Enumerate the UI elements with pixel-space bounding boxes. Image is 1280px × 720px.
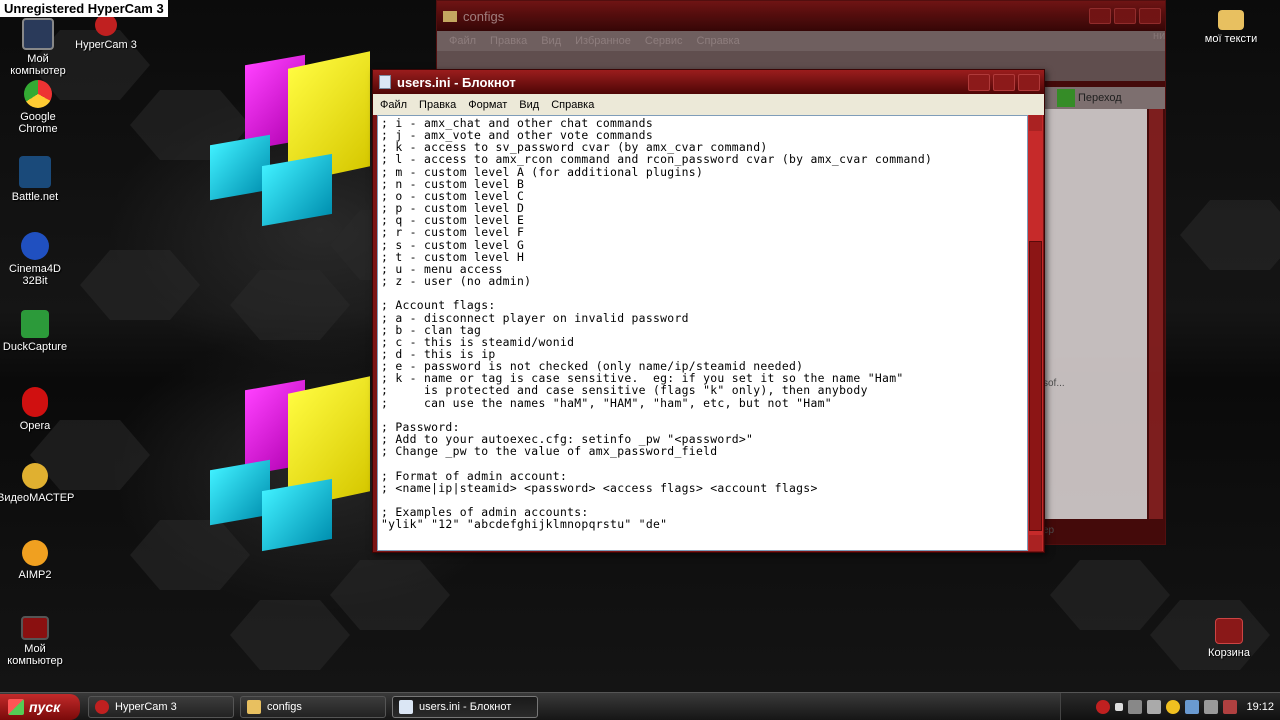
- hypercam-icon: [95, 699, 109, 714]
- clock: 19:12: [1246, 701, 1274, 713]
- configs-titlebar[interactable]: configs: [437, 1, 1165, 31]
- settings-icon[interactable]: [1147, 700, 1162, 714]
- duckcapture-icon: [21, 310, 49, 338]
- taskbar-item-hypercam[interactable]: HyperCam 3: [88, 695, 234, 718]
- menu-file[interactable]: Файл: [449, 35, 476, 47]
- cinema4d-icon: [21, 232, 49, 260]
- notepad-titlebar[interactable]: users.ini - Блокнот: [373, 70, 1044, 94]
- start-button[interactable]: пуск: [0, 693, 80, 720]
- editor-scrollbar[interactable]: [1028, 115, 1043, 551]
- scroll-up-arrow[interactable]: [1029, 115, 1042, 131]
- volume-icon[interactable]: [1204, 700, 1219, 714]
- maximize-button[interactable]: [993, 73, 1015, 91]
- notepad-icon: [399, 699, 413, 714]
- desktop-icon-hypercam[interactable]: HyperCam 3: [68, 14, 144, 51]
- scroll-thumb[interactable]: [1029, 241, 1042, 531]
- desktop-icon-my-texts[interactable]: мої тексти: [1191, 6, 1271, 45]
- desktop-icon-recycle-bin[interactable]: Корзина: [1191, 618, 1267, 659]
- security-shield-icon[interactable]: [1166, 700, 1181, 714]
- notepad-window[interactable]: users.ini - Блокнот Файл Правка Формат В…: [372, 69, 1045, 553]
- menu-file[interactable]: Файл: [380, 99, 407, 111]
- aimp-icon: [22, 540, 48, 566]
- desktop-icon-duckcapture[interactable]: DuckCapture: [0, 310, 73, 353]
- notepad-menubar: Файл Правка Формат Вид Справка: [373, 94, 1044, 115]
- stop-icon[interactable]: [1115, 703, 1124, 711]
- camera-icon[interactable]: [1128, 700, 1143, 714]
- taskbar-item-notepad[interactable]: users.ini - Блокнот: [392, 695, 538, 718]
- menu-tools[interactable]: Сервис: [645, 35, 683, 47]
- go-button-label: Переход: [1078, 92, 1122, 104]
- close-button[interactable]: [1018, 73, 1040, 91]
- text-editor-area[interactable]: ; i - amx_chat and other chat commands ;…: [377, 115, 1028, 551]
- taskbar-item-configs[interactable]: configs: [240, 695, 386, 718]
- hypercam-icon: [95, 14, 117, 36]
- videomaster-icon: [22, 463, 48, 489]
- menu-edit[interactable]: Правка: [419, 99, 456, 111]
- go-arrow-icon: [1057, 89, 1075, 107]
- menu-view[interactable]: Вид: [541, 35, 561, 47]
- configs-title: configs: [463, 8, 505, 24]
- record-pause-icon[interactable]: [1096, 700, 1111, 714]
- configs-menubar: Файл Правка Вид Избранное Сервис Справка: [437, 31, 1165, 51]
- notepad-icon: [379, 75, 391, 89]
- close-button[interactable]: [1139, 8, 1161, 24]
- folder-icon: [247, 699, 261, 714]
- desktop-icon-my-computer[interactable]: Мой компьютер: [0, 18, 76, 77]
- configs-scrollbar[interactable]: [1149, 109, 1163, 519]
- minimize-button[interactable]: [1089, 8, 1111, 24]
- tray-app-icon[interactable]: [1223, 700, 1238, 714]
- taskbar: пуск HyperCam 3 configs users.ini - Блок…: [0, 692, 1280, 720]
- menu-edit[interactable]: Правка: [490, 35, 527, 47]
- recycle-bin-icon: [1215, 618, 1243, 644]
- menu-favorites[interactable]: Избранное: [575, 35, 631, 47]
- maximize-button[interactable]: [1114, 8, 1136, 24]
- folder-icon: [1218, 10, 1244, 30]
- desktop-icon-battlenet[interactable]: Battle.net: [0, 156, 73, 203]
- desktop-icon-opera[interactable]: Opera: [0, 387, 73, 432]
- chrome-icon: [24, 80, 52, 108]
- configs-content-pane[interactable]: [1037, 109, 1147, 519]
- start-label: пуск: [29, 698, 61, 715]
- scroll-down-arrow[interactable]: [1029, 535, 1042, 551]
- menu-help[interactable]: Справка: [697, 35, 740, 47]
- address-bar-go[interactable]: Переход: [1037, 87, 1165, 109]
- my-computer-icon: [22, 18, 54, 50]
- menu-view[interactable]: Вид: [519, 99, 539, 111]
- editor-text: ; i - amx_chat and other chat commands ;…: [381, 116, 933, 532]
- minimize-button[interactable]: [968, 73, 990, 91]
- window-title: users.ini - Блокнот: [397, 74, 516, 90]
- desktop-icon-videomaster[interactable]: ВидеоМАСТЕР: [0, 463, 74, 504]
- recorder-watermark: Unregistered HyperCam 3: [0, 0, 168, 17]
- windows-logo-icon: [8, 698, 24, 715]
- desktop-icon-chrome[interactable]: Google Chrome: [0, 80, 76, 135]
- opera-icon: [22, 387, 48, 417]
- folder-icon: [443, 10, 457, 22]
- system-tray: 19:12: [1060, 693, 1280, 720]
- desktop-icon-cinema4d[interactable]: Cinema4D 32Bit: [0, 232, 73, 287]
- desktop-icon-my-computer-2[interactable]: Мой компьютер: [0, 616, 73, 667]
- menu-format[interactable]: Формат: [468, 99, 507, 111]
- configs-item-label: sof...: [1043, 378, 1065, 389]
- desktop-icon-aimp[interactable]: AIMP2: [0, 540, 73, 581]
- battlenet-icon: [19, 156, 51, 188]
- menu-help[interactable]: Справка: [551, 99, 594, 111]
- my-computer-icon: [21, 616, 49, 640]
- network-icon[interactable]: [1185, 700, 1200, 714]
